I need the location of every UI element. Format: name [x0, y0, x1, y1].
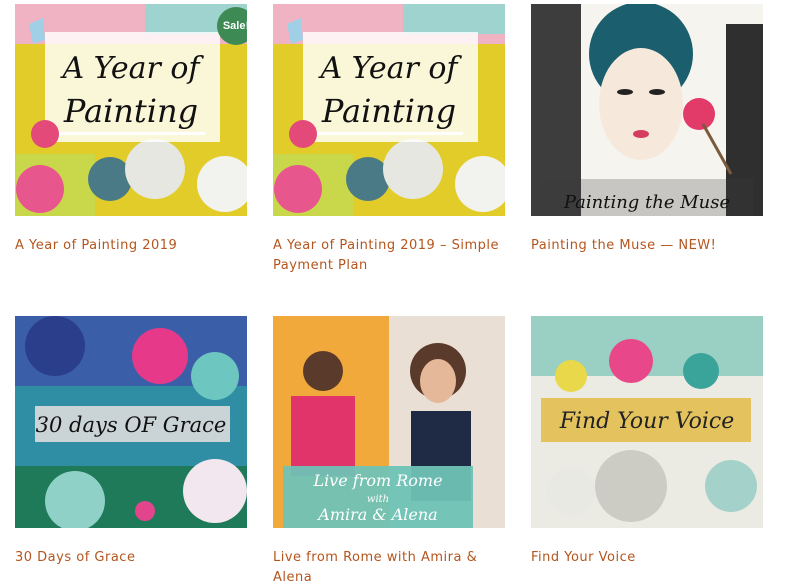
product-image-live-from-rome[interactable]: Live from Rome with Amira & Alena	[273, 316, 505, 528]
product-image-year-of-painting[interactable]: A Year of Painting Sale!	[15, 4, 247, 216]
product-card[interactable]: 30 days OF Grace 30 Days of Grace	[15, 316, 247, 568]
artwork-caption: 30 days OF Grace	[36, 413, 227, 437]
product-card[interactable]: A Year of Painting Sale! A Year of Paint…	[15, 4, 247, 256]
artwork-text-line2: Painting	[63, 92, 198, 130]
product-image-year-of-painting-payment-plan[interactable]: A Year of Painting	[273, 4, 505, 216]
artwork-text-line1: A Year of	[59, 51, 204, 86]
artwork-text-line1: Live from Rome	[312, 471, 442, 490]
artwork-text-line3: Amira & Alena	[316, 505, 437, 524]
artwork-text-line2: Painting	[321, 92, 456, 130]
product-title-link[interactable]: A Year of Painting 2019	[15, 236, 247, 256]
product-image-30-days-of-grace[interactable]: 30 days OF Grace	[15, 316, 247, 528]
product-image-painting-the-muse[interactable]: Painting the Muse	[531, 4, 763, 216]
product-title-link[interactable]: 30 Days of Grace	[15, 548, 247, 568]
sale-badge: Sale!	[217, 7, 247, 45]
artwork-painting-the-muse: Painting the Muse	[531, 4, 763, 216]
artwork-live-from-rome: Live from Rome with Amira & Alena	[273, 316, 505, 528]
product-card[interactable]: Painting the Muse Painting the Muse — NE…	[531, 4, 763, 256]
artwork-text-line2: with	[367, 494, 389, 505]
product-title-link[interactable]: A Year of Painting 2019 – Simple Payment…	[273, 236, 505, 276]
product-title-link[interactable]: Live from Rome with Amira & Alena	[273, 548, 505, 587]
artwork-caption: Painting the Muse	[563, 192, 730, 213]
product-card[interactable]: Live from Rome with Amira & Alena Live f…	[273, 316, 505, 587]
product-card[interactable]: Find Your Voice Find Your Voice	[531, 316, 763, 568]
product-card[interactable]: A Year of Painting A Year of Painting 20…	[273, 4, 505, 276]
product-image-find-your-voice[interactable]: Find Your Voice	[531, 316, 763, 528]
artwork-year-of-painting: A Year of Painting	[273, 4, 505, 216]
artwork-30-days-of-grace: 30 days OF Grace	[15, 316, 247, 528]
artwork-year-of-painting: A Year of Painting	[15, 4, 247, 216]
artwork-caption: Find Your Voice	[559, 409, 735, 434]
product-title-link[interactable]: Painting the Muse — NEW!	[531, 236, 763, 256]
artwork-find-your-voice: Find Your Voice	[531, 316, 763, 528]
product-title-link[interactable]: Find Your Voice	[531, 548, 763, 568]
artwork-text-line1: A Year of	[317, 51, 462, 86]
